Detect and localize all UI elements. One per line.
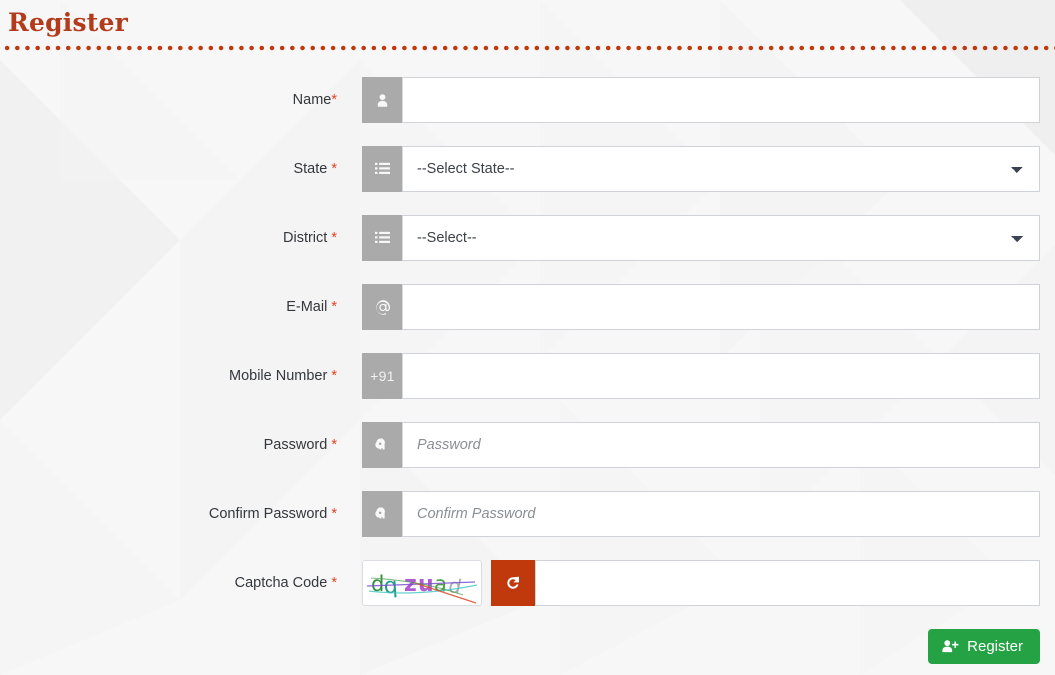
required-marker: *	[331, 92, 337, 108]
submit-row: Register	[0, 629, 1055, 664]
label-mobile: Mobile Number *	[0, 368, 337, 384]
label-email: E-Mail *	[0, 299, 337, 315]
form-row-state: State * --Select State--	[0, 146, 1055, 192]
form-row-mobile: Mobile Number * +91	[0, 353, 1055, 399]
label-name: Name*	[0, 92, 337, 108]
label-email-text: E-Mail	[286, 299, 328, 315]
country-code-prefix: +91	[362, 353, 402, 399]
label-district: District *	[0, 230, 337, 246]
label-district-text: District	[283, 230, 328, 246]
control-mobile: +91	[362, 353, 1040, 399]
label-password-text: Password	[263, 437, 328, 453]
at-icon	[362, 284, 402, 330]
user-plus-icon	[942, 640, 959, 653]
title-divider	[0, 45, 1055, 51]
captcha-input[interactable]	[535, 560, 1040, 606]
label-state-text: State	[293, 161, 328, 177]
control-password	[362, 422, 1040, 468]
page-title: Register	[8, 8, 128, 37]
list-icon	[362, 215, 402, 261]
required-marker: *	[331, 299, 337, 315]
required-marker: *	[331, 161, 337, 177]
required-marker: *	[331, 575, 337, 591]
country-code-text: +91	[370, 368, 395, 384]
page-header: Register	[0, 0, 1055, 51]
captcha-image: d q z u a d	[362, 560, 482, 606]
refresh-icon	[507, 576, 519, 589]
form-row-password: Password *	[0, 422, 1055, 468]
label-state: State *	[0, 161, 337, 177]
confirm-password-input[interactable]	[402, 491, 1040, 537]
key-icon	[362, 422, 402, 468]
state-select[interactable]: --Select State--	[402, 146, 1040, 192]
register-page: Register Name* State * --Select State--	[0, 0, 1055, 675]
control-district: --Select--	[362, 215, 1040, 261]
list-icon	[362, 146, 402, 192]
control-email	[362, 284, 1040, 330]
name-input[interactable]	[402, 77, 1040, 123]
control-captcha: d q z u a d	[362, 560, 1040, 606]
form-row-district: District * --Select--	[0, 215, 1055, 261]
district-select[interactable]: --Select--	[402, 215, 1040, 261]
email-input[interactable]	[402, 284, 1040, 330]
form-row-name: Name*	[0, 77, 1055, 123]
password-input[interactable]	[402, 422, 1040, 468]
user-icon	[362, 77, 402, 123]
key-icon	[362, 491, 402, 537]
form-row-confirm-password: Confirm Password *	[0, 491, 1055, 537]
control-name	[362, 77, 1040, 123]
register-form: Name* State * --Select State-- District …	[0, 77, 1055, 664]
mobile-input[interactable]	[402, 353, 1040, 399]
form-row-captcha: Captcha Code * d q z u a d	[0, 560, 1055, 606]
label-confirm-password-text: Confirm Password	[208, 506, 328, 522]
form-row-email: E-Mail *	[0, 284, 1055, 330]
required-marker: *	[331, 437, 337, 453]
required-marker: *	[331, 506, 337, 522]
required-marker: *	[331, 230, 337, 246]
label-password: Password *	[0, 437, 337, 453]
label-captcha-text: Captcha Code	[234, 575, 328, 591]
control-confirm-password	[362, 491, 1040, 537]
captcha-refresh-button[interactable]	[491, 560, 535, 606]
control-state: --Select State--	[362, 146, 1040, 192]
svg-text:q: q	[383, 574, 399, 600]
label-mobile-text: Mobile Number	[228, 368, 328, 384]
label-name-text: Name	[292, 92, 332, 108]
register-button-label: Register	[967, 638, 1023, 655]
label-confirm-password: Confirm Password *	[0, 506, 337, 522]
required-marker: *	[331, 368, 337, 384]
register-button[interactable]: Register	[928, 629, 1040, 664]
label-captcha: Captcha Code *	[0, 575, 337, 591]
